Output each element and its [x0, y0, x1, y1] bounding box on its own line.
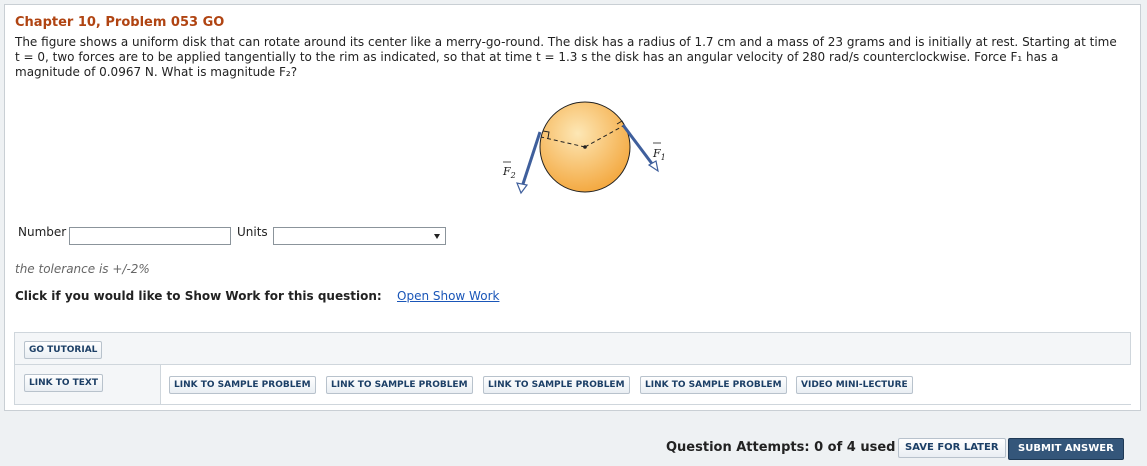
dropdown-arrow-icon — [434, 234, 440, 239]
question-card: Chapter 10, Problem 053 GO The figure sh… — [4, 4, 1141, 411]
resource-bar: LINK TO TEXT LINK TO SAMPLE PROBLEM LINK… — [14, 365, 1132, 405]
tutorial-bar: GO TUTORIAL — [14, 332, 1131, 365]
problem-statement: The figure shows a uniform disk that can… — [15, 35, 1135, 80]
sample-problem-button-4[interactable]: LINK TO SAMPLE PROBLEM — [640, 376, 787, 394]
open-show-work-link[interactable]: Open Show Work — [397, 289, 499, 303]
submit-answer-button[interactable]: SUBMIT ANSWER — [1008, 438, 1124, 460]
f1-label: F1 — [652, 147, 666, 162]
problem-line-3: magnitude of 0.0967 N. What is magnitude… — [15, 65, 298, 79]
f2-arrow — [520, 131, 542, 188]
problem-title: Chapter 10, Problem 053 GO — [15, 15, 225, 30]
center-point — [583, 145, 587, 149]
f2-arrowhead — [516, 182, 529, 195]
sample-problem-button-3[interactable]: LINK TO SAMPLE PROBLEM — [483, 376, 630, 394]
go-tutorial-button[interactable]: GO TUTORIAL — [24, 341, 103, 359]
units-label: Units — [237, 225, 268, 239]
show-work-prompt: Click if you would like to Show Work for… — [15, 289, 382, 303]
question-attempts: Question Attempts: 0 of 4 used — [666, 440, 896, 455]
save-for-later-button[interactable]: SAVE FOR LATER — [898, 438, 1006, 458]
disk-diagram: F1 F2 — [502, 101, 666, 195]
number-label: Number — [18, 225, 67, 239]
units-select[interactable] — [273, 227, 446, 245]
disk-figure: F1 F2 — [495, 99, 705, 203]
problem-line-2: t = 0, two forces are to be applied tang… — [15, 50, 1059, 64]
resource-links: LINK TO SAMPLE PROBLEM LINK TO SAMPLE PR… — [160, 365, 1132, 404]
video-mini-lecture-button[interactable]: VIDEO MINI-LECTURE — [796, 376, 913, 394]
problem-line-1: The figure shows a uniform disk that can… — [15, 35, 1117, 49]
number-input[interactable] — [69, 227, 231, 245]
sample-problem-button-1[interactable]: LINK TO SAMPLE PROBLEM — [169, 376, 316, 394]
link-to-text-button[interactable]: LINK TO TEXT — [24, 374, 104, 392]
tolerance-note: the tolerance is +/-2% — [15, 262, 150, 276]
sample-problem-button-2[interactable]: LINK TO SAMPLE PROBLEM — [326, 376, 473, 394]
f2-label: F2 — [502, 165, 516, 180]
